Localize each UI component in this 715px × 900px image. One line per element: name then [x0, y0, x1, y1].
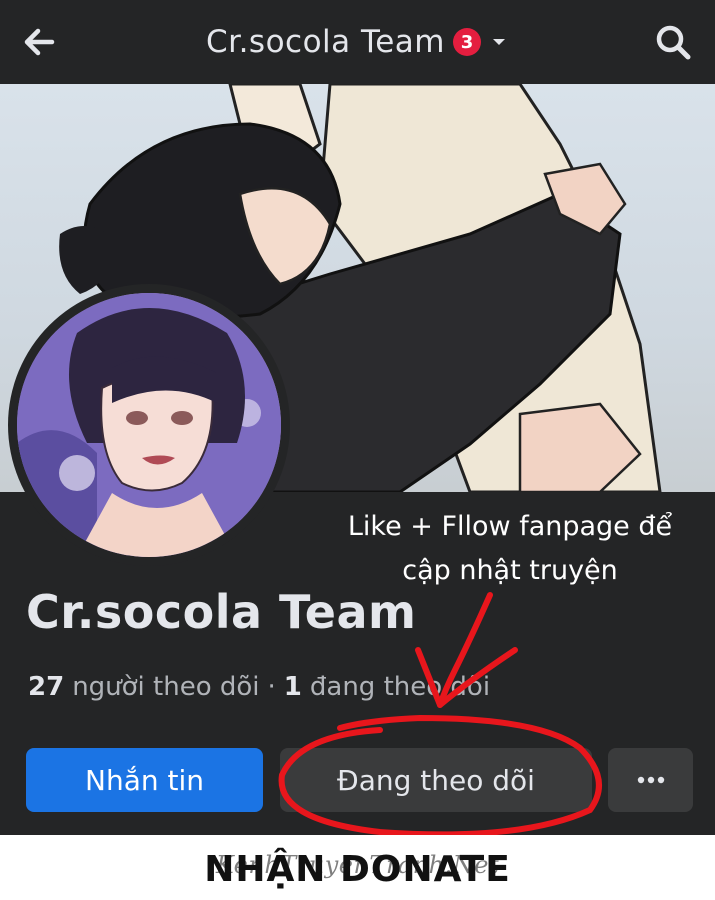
- following-button[interactable]: Đang theo dõi: [280, 748, 592, 812]
- page-title: Cr.socola Team: [206, 24, 445, 60]
- followers-count: 27: [28, 672, 65, 702]
- profile-avatar[interactable]: [17, 293, 281, 557]
- page-name: Cr.socola Team: [26, 585, 417, 639]
- more-button[interactable]: [608, 748, 693, 812]
- search-button[interactable]: [651, 20, 695, 64]
- top-bar: Cr.socola Team 3: [0, 0, 715, 84]
- footer-banner: NHẬN DONATE KenhTruyenTranh.Net: [0, 835, 715, 900]
- more-dots-icon: [637, 776, 664, 784]
- stats-separator: ·: [267, 672, 276, 702]
- follow-stats: 27 người theo dõi · 1 đang theo dõi: [28, 672, 490, 702]
- promo-annotation: Like + Fllow fanpage để cập nhật truyện: [320, 505, 700, 593]
- watermark-text: KenhTruyenTranh.Net: [215, 851, 500, 879]
- following-label[interactable]: đang theo dõi: [310, 672, 490, 702]
- caret-down-icon: [492, 39, 505, 45]
- action-buttons: Nhắn tin Đang theo dõi: [26, 748, 693, 812]
- search-icon: [656, 25, 691, 60]
- followers-label[interactable]: người theo dõi: [72, 672, 259, 702]
- annotation-line-1: Like + Fllow fanpage để: [347, 511, 673, 542]
- notification-badge: 3: [452, 28, 481, 56]
- message-button[interactable]: Nhắn tin: [26, 748, 263, 812]
- following-count: 1: [283, 672, 302, 702]
- avatar-illustration: [17, 293, 281, 557]
- page-switcher[interactable]: Cr.socola Team 3: [0, 18, 715, 66]
